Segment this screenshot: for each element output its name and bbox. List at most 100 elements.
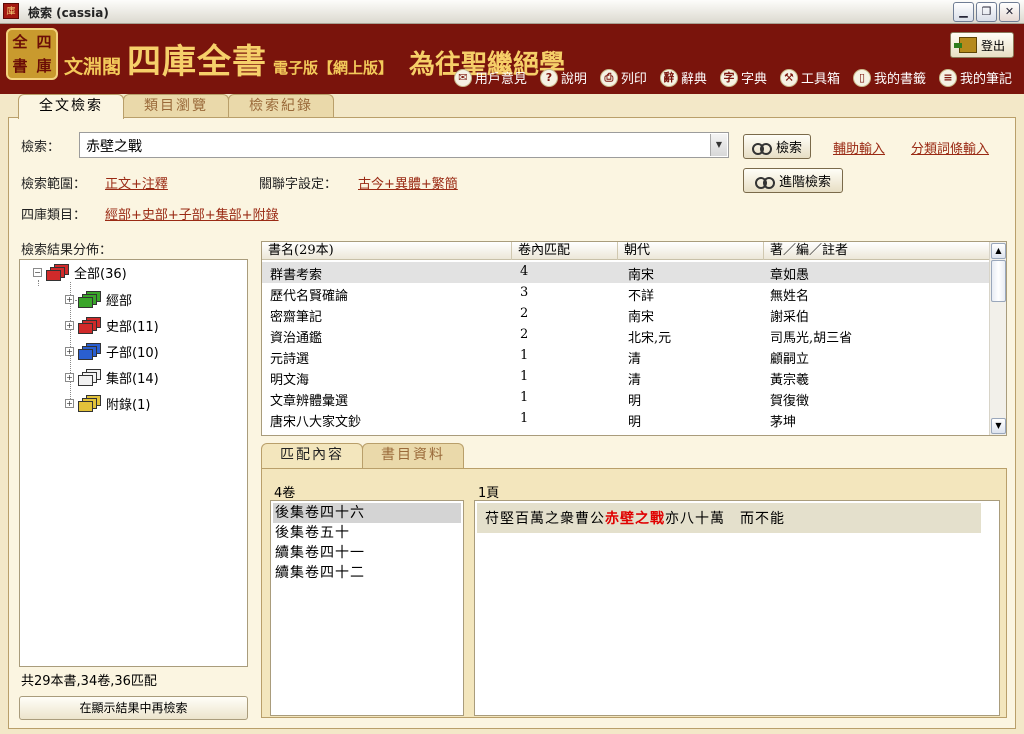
expand-icon[interactable]: +	[65, 321, 74, 330]
tab-category-browse[interactable]: 類目瀏覽	[123, 94, 229, 118]
tree-node-jing[interactable]: + 經部	[65, 290, 132, 309]
table-row[interactable]: 元詩選 1 清 顧嗣立	[262, 346, 990, 367]
expand-icon[interactable]: +	[65, 373, 74, 382]
title-bar: 庫 檢索 (cassia) ▁ ❐ ✕	[0, 0, 1024, 24]
books-icon	[78, 316, 102, 335]
tab-search-history[interactable]: 檢索紀錄	[228, 94, 334, 118]
list-item[interactable]: 後集卷五十	[273, 523, 461, 543]
search-label: 檢索：	[21, 140, 61, 155]
table-header: 書名(29本) 卷內匹配 朝代 著／編／註者	[262, 242, 990, 260]
logout-button[interactable]: 登出	[950, 32, 1014, 58]
collapse-icon[interactable]: −	[33, 268, 42, 277]
juan-count: 4卷	[274, 486, 296, 501]
results-tree: − 全部(36) + 經部 + 史部(11) + 子部(10) + 集部(14)…	[19, 259, 248, 667]
brand-edition: 電子版【網上版】	[273, 59, 394, 77]
highlighted-match: 赤壁之戰	[605, 511, 665, 527]
search-button[interactable]: 檢索	[743, 134, 811, 159]
tree-node-zi[interactable]: + 子部(10)	[65, 342, 159, 361]
scroll-up-icon[interactable]: ▲	[991, 243, 1006, 259]
header-banner: 全 四 書 庫 文淵閣 四庫全書 電子版【網上版】 為往聖繼絕學 登出 ✉ 用戶意…	[0, 24, 1024, 94]
tool-toolbox[interactable]: ⚒ 工具箱	[779, 68, 840, 87]
chevron-down-icon[interactable]: ▼	[710, 134, 727, 156]
books-icon	[78, 368, 102, 387]
tool-notes[interactable]: ≡ 我的筆記	[938, 68, 1012, 87]
books-icon	[78, 394, 102, 413]
expand-icon[interactable]: +	[65, 347, 74, 356]
table-row[interactable]: 密齋筆記 2 南宋 謝采伯	[262, 304, 990, 325]
matched-text-line[interactable]: 苻堅百萬之衆曹公赤壁之戰亦八十萬 而不能	[477, 503, 981, 533]
tool-character-dictionary[interactable]: 字字典	[719, 68, 767, 87]
list-item[interactable]: 後集卷四十六	[273, 503, 461, 523]
tab-match-content[interactable]: 匹配內容	[261, 443, 363, 468]
binoculars-icon	[751, 141, 772, 155]
restore-icon[interactable]: ❐	[976, 2, 997, 22]
table-row[interactable]: 歷代名賢確論 3 不詳 無姓名	[262, 283, 990, 304]
tool-feedback[interactable]: ✉ 用戶意見	[453, 68, 527, 87]
scroll-down-icon[interactable]: ▼	[991, 418, 1006, 434]
header-matches[interactable]: 卷內匹配	[512, 242, 618, 260]
table-row[interactable]: 資治通鑑 2 北宋,元 司馬光,胡三省	[262, 325, 990, 346]
related-chars-value-link[interactable]: 古今+異體+繁簡	[358, 173, 458, 192]
search-input[interactable]: 赤壁之戰 ▼	[79, 132, 729, 158]
search-panel: 檢索： 赤壁之戰 ▼ 檢索 輔助輸入 分類詞條輸入 檢索範圍： 正文+注釋 關聯…	[8, 117, 1016, 729]
exit-door-icon	[953, 37, 977, 53]
header-title[interactable]: 書名(29本)	[262, 242, 512, 260]
results-summary: 共29本書,34卷,36匹配	[21, 674, 157, 689]
window-controls: ▁ ❐ ✕	[953, 2, 1020, 22]
tool-dictionary[interactable]: 辭辭典	[659, 68, 707, 87]
detail-tabs: 匹配內容 書目資料	[261, 443, 464, 468]
toolbar: ✉ 用戶意見 ? 說明 ⎙ 列印 辭辭典 字字典 ⚒ 工具箱 ▯ 我的書籤 ≡ 我的筆記	[453, 68, 1012, 87]
expand-icon[interactable]: +	[65, 295, 74, 304]
list-item[interactable]: 續集卷四十二	[273, 563, 461, 583]
tab-fulltext-search[interactable]: 全文檢索	[18, 94, 124, 119]
character-dictionary-icon: 字	[719, 68, 738, 87]
distribution-label: 檢索結果分佈：	[21, 243, 113, 258]
refine-search-button[interactable]: 在顯示結果中再檢索	[19, 696, 248, 720]
header-author[interactable]: 著／編／註者	[764, 242, 990, 260]
table-row[interactable]: 文章辨體彙選 1 明 賀復徵	[262, 388, 990, 409]
table-row[interactable]: 群書考索 4 南宋 章如愚	[262, 262, 990, 283]
feedback-icon: ✉	[453, 68, 472, 87]
brand-main: 四庫全書	[127, 42, 268, 82]
header-dynasty[interactable]: 朝代	[618, 242, 764, 260]
app-icon: 庫	[3, 3, 19, 19]
results-scrollbar[interactable]: ▲ ▼	[989, 242, 1006, 435]
tool-help[interactable]: ? 說明	[539, 68, 587, 87]
results-table: 書名(29本) 卷內匹配 朝代 著／編／註者 群書考索 4 南宋 章如愚 歷代名…	[261, 241, 1007, 436]
match-detail-panel: 4卷 1頁 後集卷四十六 後集卷五十 續集卷四十一 續集卷四十二 苻堅百萬之衆曹…	[261, 468, 1007, 718]
page-count: 1頁	[478, 486, 500, 501]
list-item[interactable]: 續集卷四十一	[273, 543, 461, 563]
books-icon	[78, 342, 102, 361]
category-label: 四庫類目：	[21, 208, 87, 223]
advanced-search-icon	[754, 175, 775, 189]
tool-bookmarks[interactable]: ▯ 我的書籤	[852, 68, 926, 87]
brand-prefix: 文淵閣	[64, 56, 122, 78]
assist-input-link[interactable]: 輔助輸入	[833, 138, 885, 157]
scroll-thumb[interactable]	[991, 260, 1006, 302]
tab-bibliography[interactable]: 書目資料	[362, 443, 464, 468]
minimize-icon[interactable]: ▁	[953, 2, 974, 22]
books-icon	[46, 263, 70, 282]
table-row[interactable]: 唐宋八大家文鈔 1 明 茅坤	[262, 409, 990, 430]
related-chars-label: 關聯字設定：	[259, 177, 338, 192]
window-title: 檢索 (cassia)	[28, 6, 109, 20]
expand-icon[interactable]: +	[65, 399, 74, 408]
tree-node-ji[interactable]: + 集部(14)	[65, 368, 159, 387]
dictionary-icon: 辭	[659, 68, 678, 87]
tree-node-all[interactable]: − 全部(36)	[33, 263, 127, 282]
help-icon: ?	[539, 68, 558, 87]
notes-icon: ≡	[938, 68, 957, 87]
table-row[interactable]: 明文海 1 清 黃宗羲	[262, 367, 990, 388]
category-input-link[interactable]: 分類詞條輸入	[911, 138, 989, 157]
category-value-link[interactable]: 經部+史部+子部+集部+附錄	[105, 204, 279, 223]
toolbox-icon: ⚒	[779, 68, 798, 87]
tree-node-shi[interactable]: + 史部(11)	[65, 316, 159, 335]
bookmark-icon: ▯	[852, 68, 871, 87]
tree-node-appendix[interactable]: + 附錄(1)	[65, 394, 150, 413]
tool-print[interactable]: ⎙ 列印	[599, 68, 647, 87]
juan-list: 後集卷四十六 後集卷五十 續集卷四十一 續集卷四十二	[270, 500, 464, 716]
scope-value-link[interactable]: 正文+注釋	[105, 173, 168, 192]
close-icon[interactable]: ✕	[999, 2, 1020, 22]
scope-label: 檢索範圍：	[21, 177, 87, 192]
advanced-search-button[interactable]: 進階檢索	[743, 168, 843, 193]
